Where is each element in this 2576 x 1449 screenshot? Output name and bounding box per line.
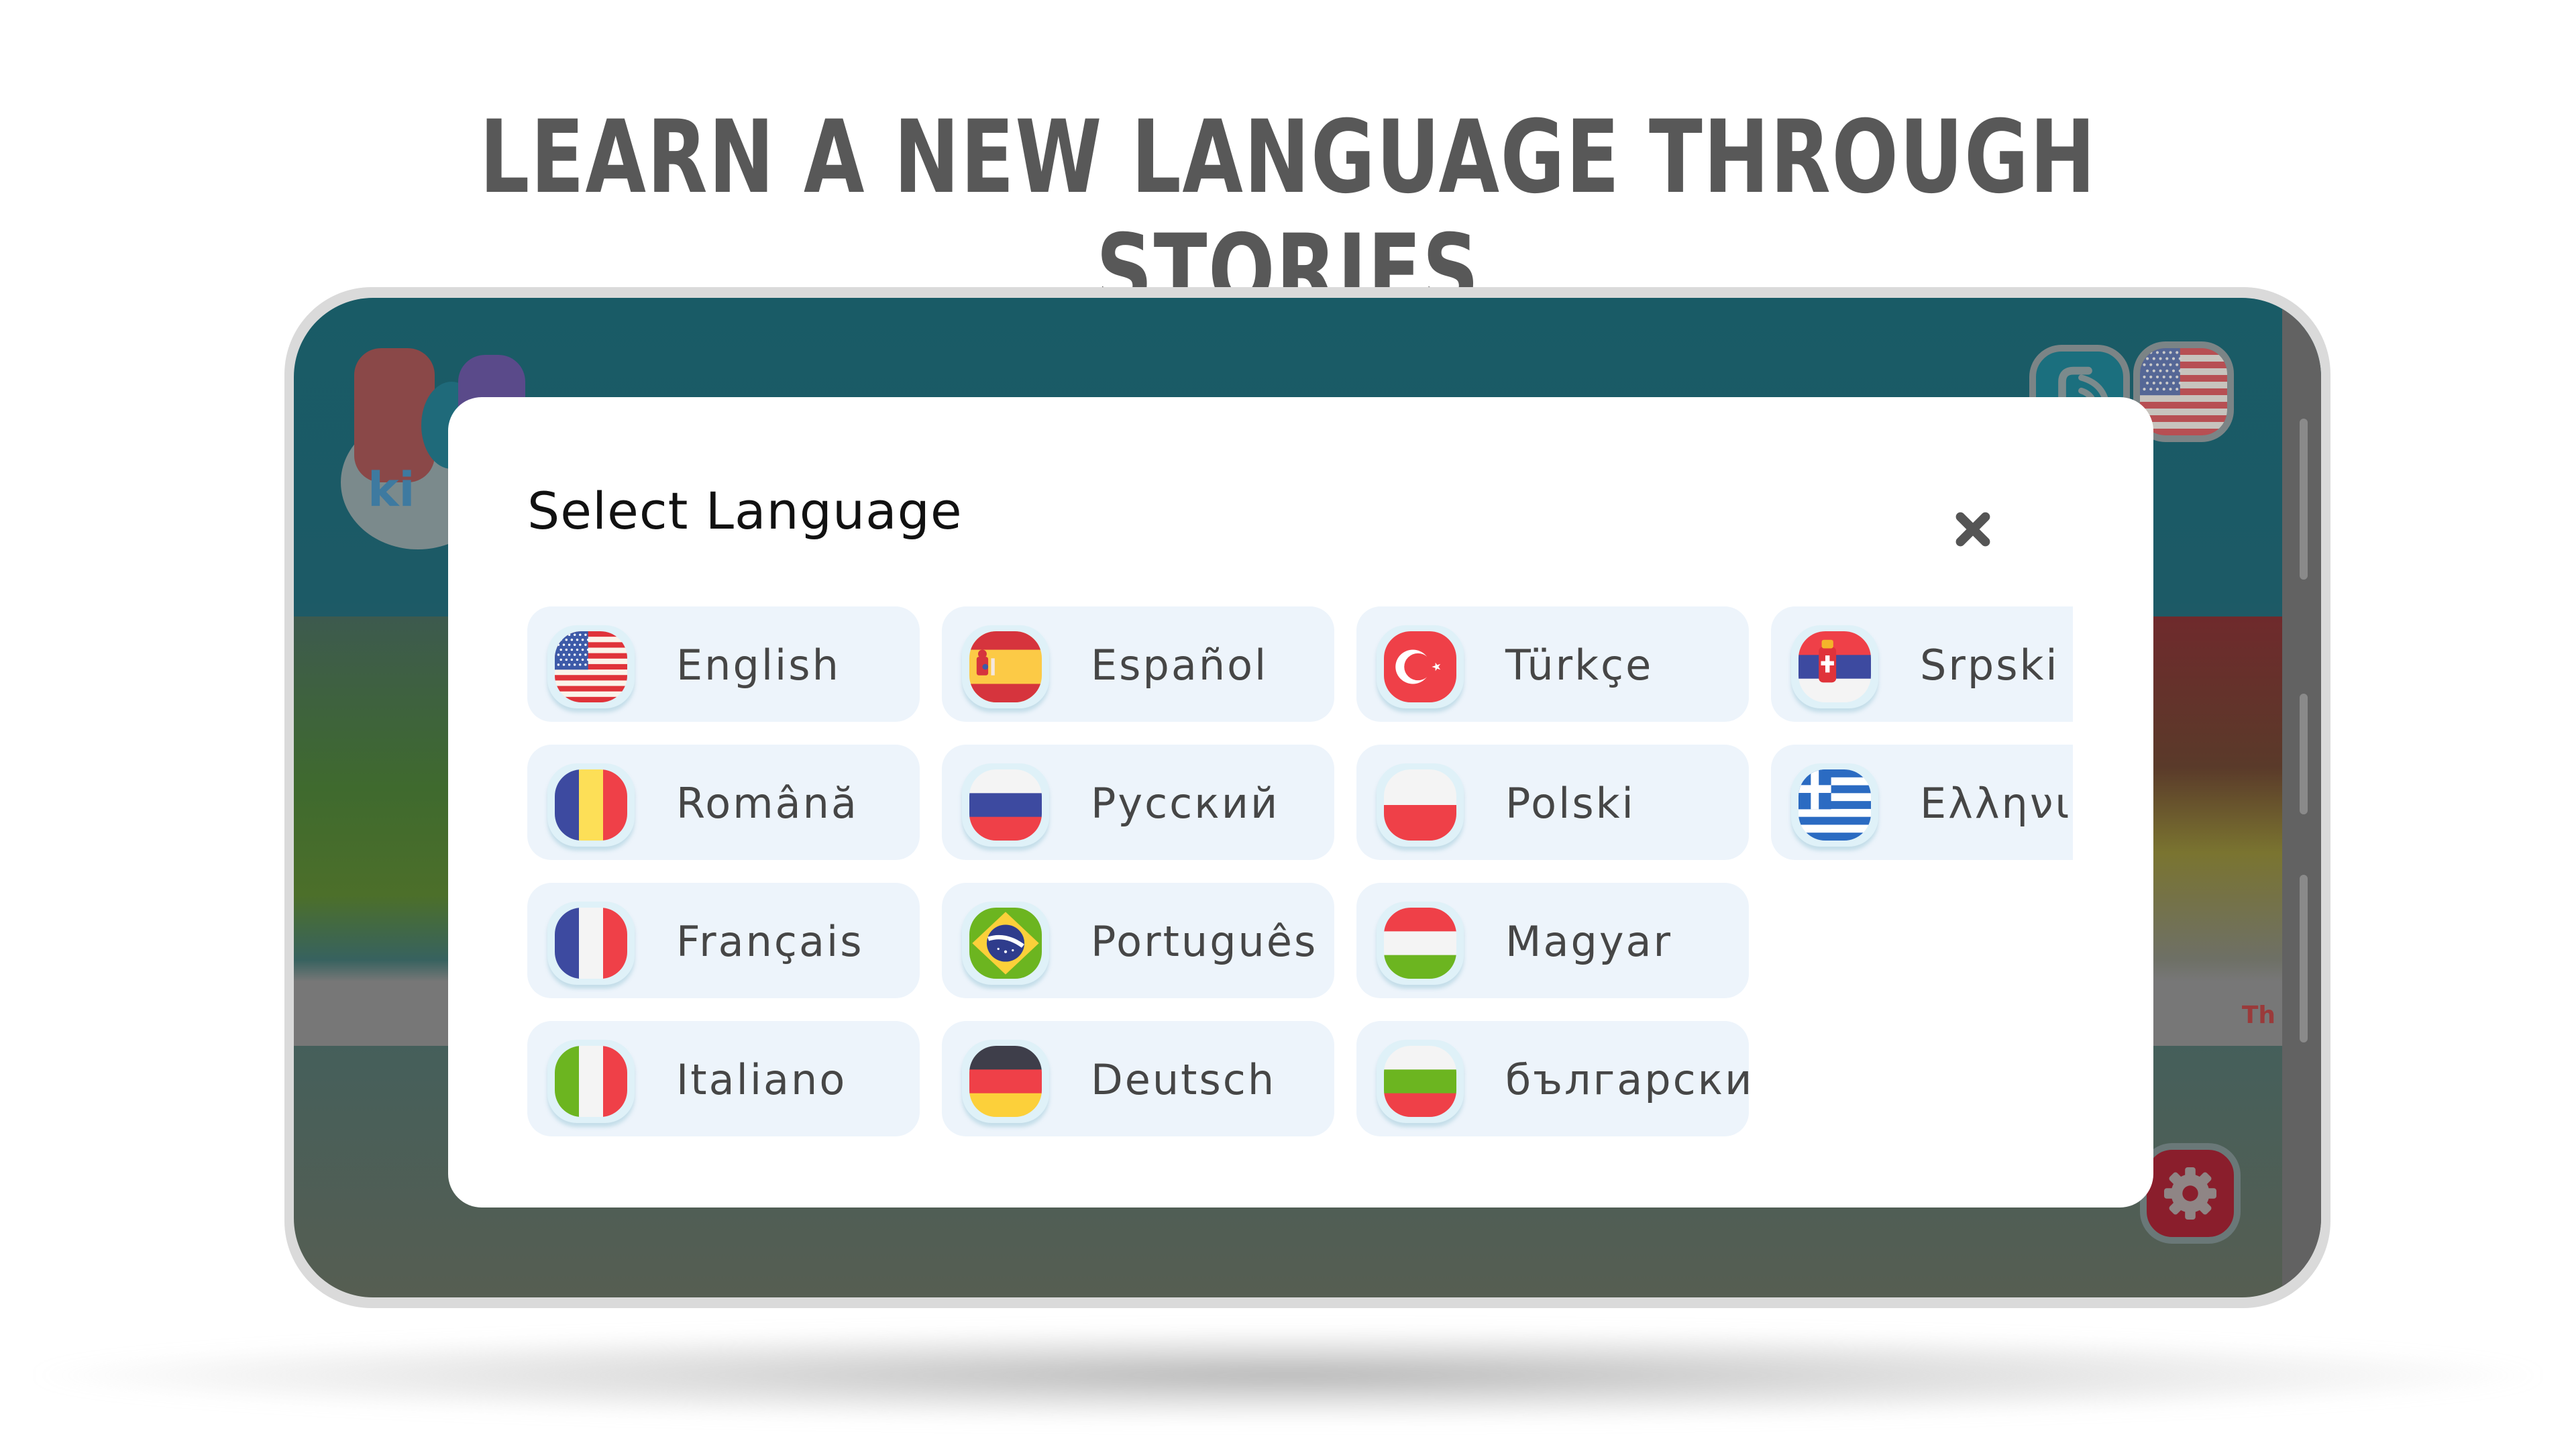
language-option-it[interactable]: Italiano xyxy=(527,1021,920,1136)
germany-flag-icon xyxy=(969,1046,1042,1117)
flag-badge xyxy=(547,625,635,708)
language-label: Ελληνικά xyxy=(1920,779,2073,828)
flag-badge xyxy=(1791,625,1878,708)
flag-badge xyxy=(1377,625,1464,708)
language-option-br[interactable]: Português xyxy=(942,883,1334,998)
flag-badge xyxy=(1377,763,1464,847)
language-label: Italiano xyxy=(676,1055,847,1104)
hungary-flag-icon xyxy=(1384,908,1456,979)
language-option-de[interactable]: Deutsch xyxy=(942,1021,1334,1136)
flag-badge xyxy=(547,1040,635,1123)
russia-flag-icon xyxy=(969,769,1042,841)
poland-flag-icon xyxy=(1384,769,1456,841)
story-card-left[interactable] xyxy=(294,616,455,1046)
flag-badge xyxy=(1791,763,1878,847)
language-label: Magyar xyxy=(1505,917,1673,966)
language-label: Polski xyxy=(1505,779,1635,828)
language-label: Français xyxy=(676,917,864,966)
settings-button[interactable] xyxy=(2140,1143,2241,1244)
device-shadow xyxy=(13,1328,2563,1422)
language-label: Português xyxy=(1091,917,1318,966)
flag-badge xyxy=(1377,902,1464,985)
rail-handle-middle xyxy=(2300,694,2308,814)
turkey-flag-icon xyxy=(1384,631,1456,702)
language-label: English xyxy=(676,641,841,690)
language-option-es[interactable]: Español xyxy=(942,606,1334,722)
flag-badge xyxy=(962,763,1049,847)
language-label: български xyxy=(1505,1055,1754,1104)
story-caption: Th xyxy=(2241,1002,2275,1029)
language-grid: English Español Türkçe Srpski Română Русски… xyxy=(527,606,2084,1143)
greece-flag-icon xyxy=(1799,769,1871,841)
close-button[interactable] xyxy=(1949,506,1996,553)
us-flag-icon xyxy=(555,631,627,702)
language-option-tr[interactable]: Türkçe xyxy=(1356,606,1749,722)
italy-flag-icon xyxy=(555,1046,627,1117)
close-icon xyxy=(1955,512,1990,547)
bulgaria-flag-icon xyxy=(1384,1046,1456,1117)
flag-badge xyxy=(547,763,635,847)
gear-icon xyxy=(2164,1167,2216,1220)
language-label: Türkçe xyxy=(1505,641,1654,690)
language-label: Srpski xyxy=(1920,641,2059,690)
rail-handle-top xyxy=(2300,419,2308,580)
language-label: Română xyxy=(676,779,859,828)
romania-flag-icon xyxy=(555,769,627,841)
flag-badge xyxy=(1377,1040,1464,1123)
story-card-right[interactable]: Th xyxy=(2135,616,2282,1046)
language-option-bg[interactable]: български xyxy=(1356,1021,1752,1136)
language-option-gr[interactable]: Ελληνικά xyxy=(1771,745,2073,860)
language-label: Deutsch xyxy=(1091,1055,1277,1104)
language-option-ro[interactable]: Română xyxy=(527,745,920,860)
language-label: Русский xyxy=(1091,779,1280,828)
language-option-us[interactable]: English xyxy=(527,606,920,722)
france-flag-icon xyxy=(555,908,627,979)
flag-badge xyxy=(962,1040,1049,1123)
brazil-flag-icon xyxy=(969,908,1042,979)
flag-badge xyxy=(962,902,1049,985)
language-label: Español xyxy=(1091,641,1269,690)
select-language-dialog: Select Language English Español Türkçe Sr… xyxy=(448,397,2153,1208)
dialog-title: Select Language xyxy=(527,481,963,541)
language-option-fr[interactable]: Français xyxy=(527,883,920,998)
rail-handle-bottom xyxy=(2300,875,2308,1042)
language-option-hu[interactable]: Magyar xyxy=(1356,883,1749,998)
side-rail xyxy=(2282,298,2321,1297)
logo-text: ki xyxy=(368,462,415,517)
flag-badge xyxy=(962,625,1049,708)
flag-badge xyxy=(547,902,635,985)
language-option-rs[interactable]: Srpski xyxy=(1771,606,2073,722)
language-option-ru[interactable]: Русский xyxy=(942,745,1334,860)
us-flag-icon xyxy=(2140,348,2227,435)
serbia-flag-icon xyxy=(1799,631,1871,702)
spain-flag-icon xyxy=(969,631,1042,702)
language-option-pl[interactable]: Polski xyxy=(1356,745,1749,860)
